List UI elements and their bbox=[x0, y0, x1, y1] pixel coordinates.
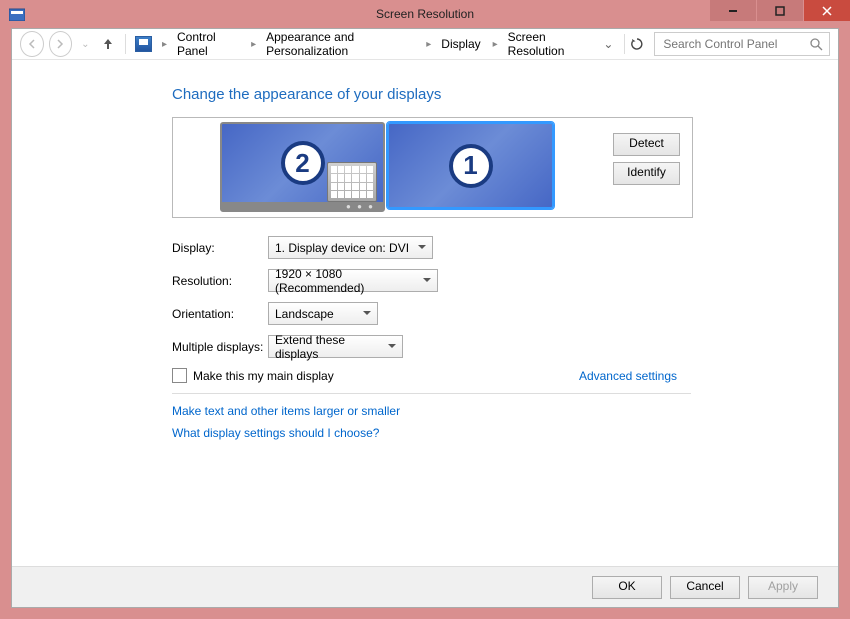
text-size-link[interactable]: Make text and other items larger or smal… bbox=[172, 404, 838, 418]
search-input[interactable] bbox=[654, 32, 830, 56]
resolution-select[interactable]: 1920 × 1080 (Recommended) bbox=[268, 269, 438, 292]
chevron-right-icon: ▸ bbox=[489, 39, 502, 50]
footer: OK Cancel Apply bbox=[12, 566, 838, 607]
identify-button[interactable]: Identify bbox=[613, 162, 680, 185]
orientation-label: Orientation: bbox=[172, 307, 268, 321]
chevron-right-icon: ▸ bbox=[158, 39, 171, 50]
monitor-1[interactable]: 1 bbox=[387, 122, 554, 209]
crumb-control-panel[interactable]: Control Panel bbox=[173, 28, 245, 60]
display-label: Display: bbox=[172, 241, 268, 255]
cancel-button[interactable]: Cancel bbox=[670, 576, 740, 599]
titlebar: Screen Resolution bbox=[0, 0, 850, 28]
crumb-appearance[interactable]: Appearance and Personalization bbox=[262, 28, 420, 60]
monitor-grid-icon bbox=[327, 162, 377, 202]
apply-button[interactable]: Apply bbox=[748, 576, 818, 599]
control-panel-icon bbox=[135, 36, 152, 52]
main-display-label: Make this my main display bbox=[193, 369, 334, 383]
refresh-button[interactable] bbox=[630, 37, 648, 51]
back-button[interactable] bbox=[20, 31, 44, 57]
window-icon bbox=[9, 6, 25, 22]
address-bar[interactable]: ▸ Control Panel ▸ Appearance and Persona… bbox=[131, 28, 598, 60]
main-display-checkbox[interactable] bbox=[172, 368, 187, 383]
monitor-number: 1 bbox=[449, 144, 493, 188]
history-dropdown-icon[interactable]: ⌄ bbox=[77, 39, 93, 50]
search-field[interactable] bbox=[661, 36, 815, 52]
display-select[interactable]: 1. Display device on: DVI bbox=[268, 236, 433, 259]
crumb-screen-resolution[interactable]: Screen Resolution bbox=[504, 28, 598, 60]
monitor-arrangement-box: 2 ● ● ● 1 Detect Identify bbox=[172, 117, 693, 218]
advanced-settings-link[interactable]: Advanced settings bbox=[579, 369, 677, 383]
forward-button[interactable] bbox=[49, 31, 73, 57]
close-button[interactable] bbox=[804, 0, 850, 21]
address-dropdown-icon[interactable]: ⌄ bbox=[597, 37, 619, 51]
ok-button[interactable]: OK bbox=[592, 576, 662, 599]
orientation-select[interactable]: Landscape bbox=[268, 302, 378, 325]
divider bbox=[125, 34, 126, 54]
chevron-right-icon: ▸ bbox=[247, 39, 260, 50]
multiple-displays-label: Multiple displays: bbox=[172, 340, 268, 354]
page-heading: Change the appearance of your displays bbox=[172, 86, 838, 103]
search-icon bbox=[810, 38, 823, 51]
divider bbox=[172, 393, 691, 394]
toolbar: ⌄ ▸ Control Panel ▸ Appearance and Perso… bbox=[12, 29, 838, 60]
multiple-displays-select[interactable]: Extend these displays bbox=[268, 335, 403, 358]
monitor-2[interactable]: 2 ● ● ● bbox=[220, 122, 385, 212]
chevron-right-icon: ▸ bbox=[422, 39, 435, 50]
detect-button[interactable]: Detect bbox=[613, 133, 680, 156]
maximize-button[interactable] bbox=[757, 0, 803, 21]
display-help-link[interactable]: What display settings should I choose? bbox=[172, 426, 838, 440]
crumb-display[interactable]: Display bbox=[437, 35, 486, 53]
monitor-number: 2 bbox=[281, 141, 325, 185]
resolution-label: Resolution: bbox=[172, 274, 268, 288]
up-button[interactable] bbox=[100, 32, 116, 56]
minimize-button[interactable] bbox=[710, 0, 756, 21]
monitor-dots-icon: ● ● ● bbox=[346, 202, 375, 211]
divider bbox=[624, 34, 625, 54]
